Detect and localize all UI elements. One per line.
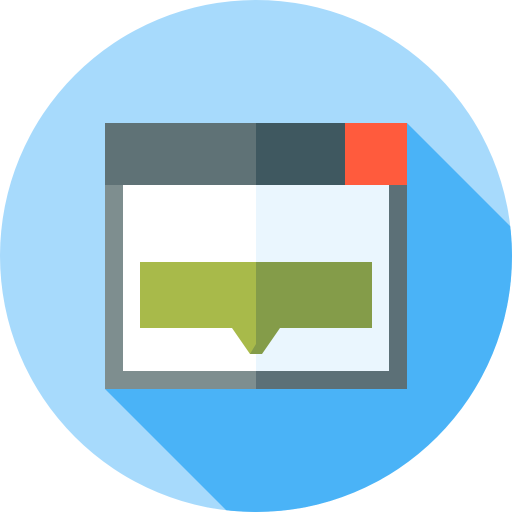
- title-bar-right: [256, 123, 345, 185]
- close-button-icon: [345, 123, 407, 185]
- icon-graphic: [0, 0, 512, 512]
- browser-window-tooltip-icon: [0, 0, 512, 512]
- title-bar-left: [105, 123, 256, 185]
